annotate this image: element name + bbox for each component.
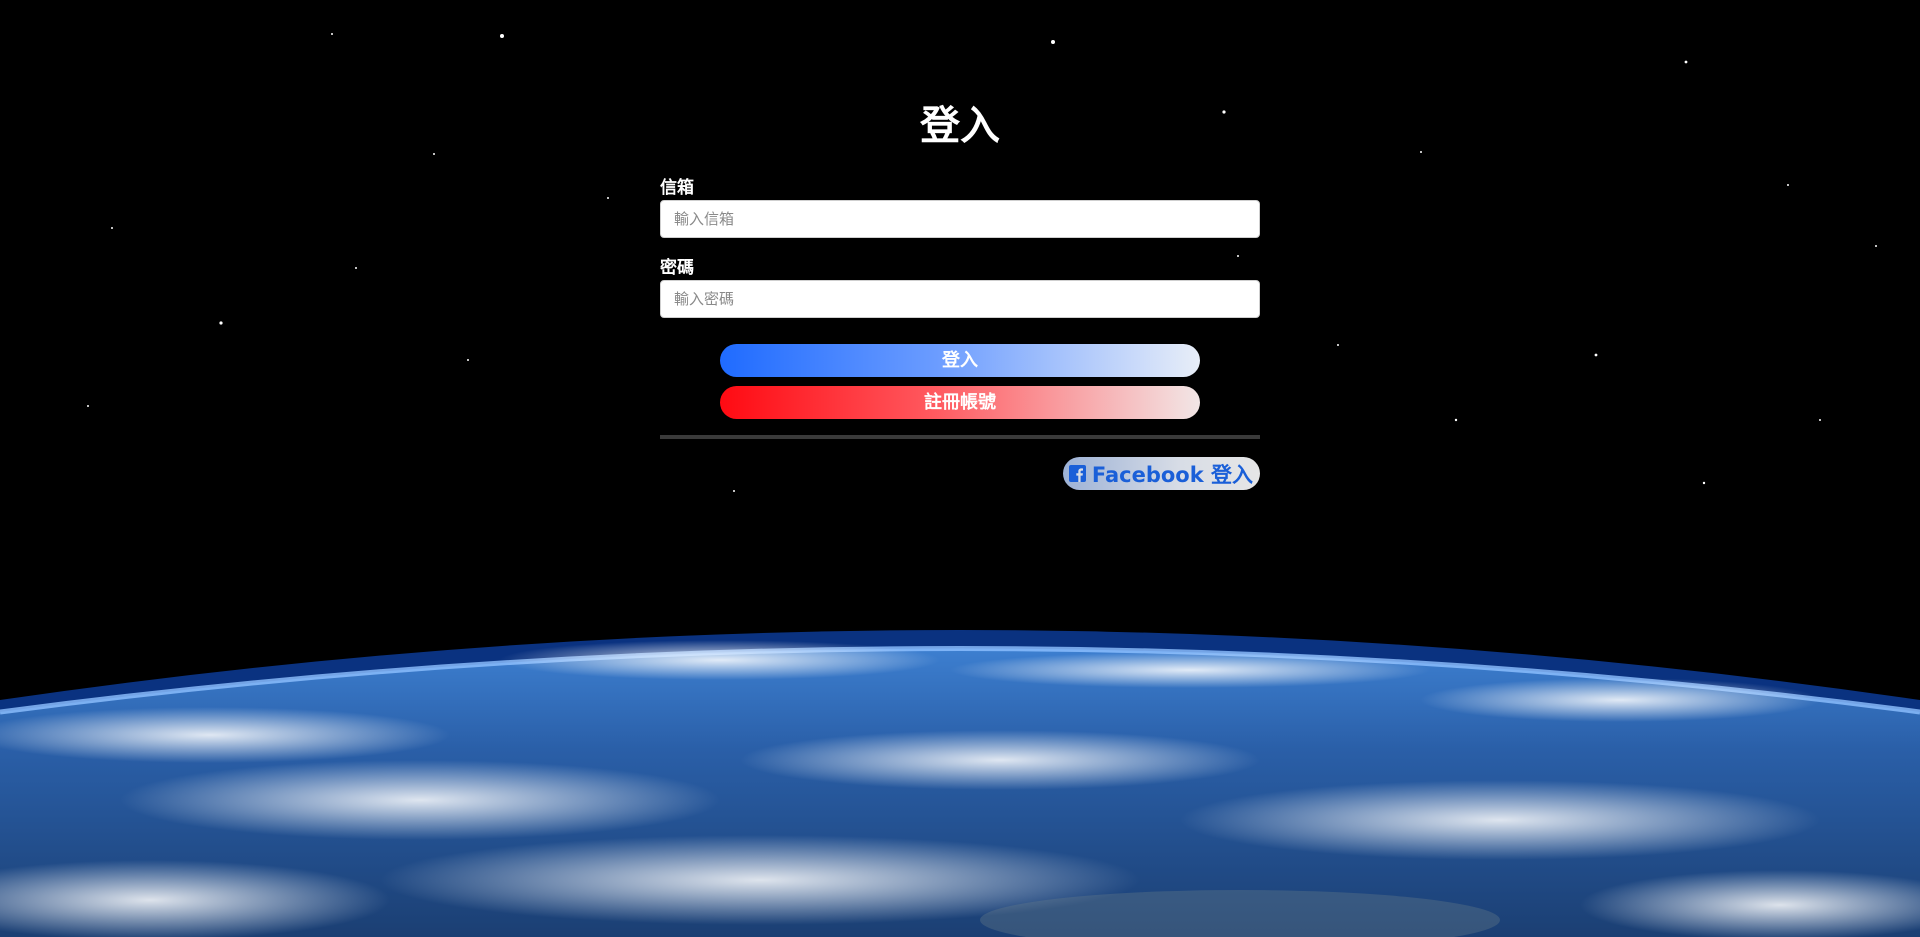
facebook-login-label: Facebook 登入: [1091, 462, 1253, 487]
password-input[interactable]: [660, 280, 1260, 318]
password-field-group: 密碼: [660, 258, 1260, 318]
email-input[interactable]: [660, 200, 1260, 238]
facebook-icon: [1068, 465, 1086, 482]
email-label: 信箱: [660, 178, 694, 198]
social-login-row: Facebook 登入: [660, 457, 1260, 490]
password-label: 密碼: [660, 258, 694, 278]
register-button[interactable]: 註冊帳號: [720, 386, 1200, 419]
email-field-group: 信箱: [660, 178, 1260, 238]
login-button[interactable]: 登入: [720, 344, 1200, 377]
login-form: 登入 信箱 密碼 登入 註冊帳號 Facebook 登入: [660, 96, 1260, 490]
divider: [660, 435, 1260, 439]
facebook-login-button[interactable]: Facebook 登入: [1062, 457, 1260, 490]
page-title: 登入: [920, 103, 1000, 149]
login-page: 登入 信箱 密碼 登入 註冊帳號 Facebook 登入: [0, 0, 1920, 937]
